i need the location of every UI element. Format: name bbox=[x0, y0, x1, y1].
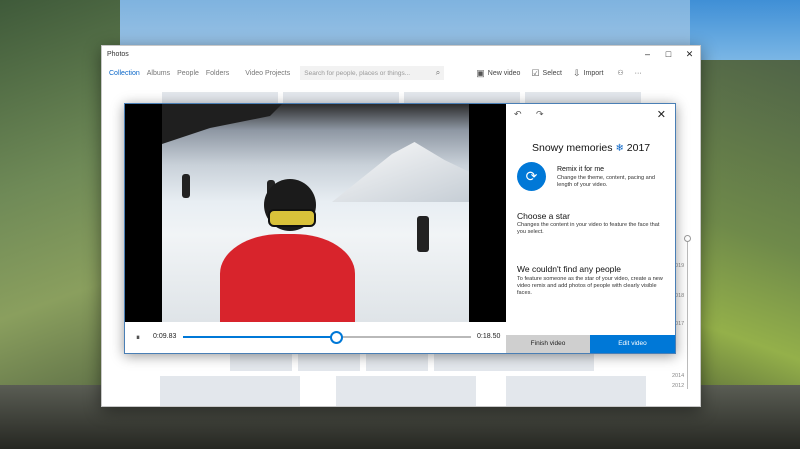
new-video-button[interactable]: ▣ New video bbox=[476, 68, 520, 79]
maximize-button[interactable]: □ bbox=[658, 49, 679, 59]
undo-icon[interactable]: ↶ bbox=[514, 109, 522, 120]
tab-albums[interactable]: Albums bbox=[147, 70, 170, 77]
remix-panel: ↶ ↷ ✕ Snowy memories ❄ 2017 ⟳ Remix it f… bbox=[506, 104, 675, 353]
project-title-text: Snowy memories bbox=[532, 142, 613, 154]
seek-handle[interactable] bbox=[329, 331, 343, 344]
thumbnail[interactable] bbox=[366, 353, 428, 371]
new-video-label: New video bbox=[487, 69, 521, 77]
timeline-year[interactable]: 2012 bbox=[672, 383, 684, 389]
tab-collection[interactable]: Collection bbox=[109, 70, 140, 77]
import-icon: ⇩ bbox=[573, 67, 581, 78]
snowflake-icon: ❄ bbox=[615, 143, 624, 154]
remix-icon: ⟳ bbox=[525, 168, 538, 184]
choose-star-description: Changes the content in your video to fea… bbox=[517, 222, 660, 235]
window-title: Photos bbox=[107, 50, 129, 58]
video-frame bbox=[162, 104, 469, 322]
select-label: Select bbox=[542, 69, 562, 77]
edit-video-button[interactable]: Edit video bbox=[590, 335, 675, 353]
project-title-year: 2017 bbox=[626, 142, 651, 154]
video-icon: ▣ bbox=[476, 67, 485, 78]
video-remix-dialog: ⏸ 0:09.83 0:18.50 ↶ ↷ ✕ Snowy memories ❄… bbox=[124, 103, 676, 354]
remix-heading[interactable]: Remix it for me bbox=[557, 166, 604, 173]
timeline-line bbox=[687, 239, 688, 389]
close-icon[interactable]: ✕ bbox=[657, 108, 666, 121]
import-label: Import bbox=[583, 69, 604, 77]
search-input[interactable]: Search for people, places or things... ⌕ bbox=[300, 66, 445, 80]
remix-button[interactable]: ⟳ bbox=[517, 162, 546, 191]
thumbnail[interactable] bbox=[160, 376, 300, 406]
thumbnail[interactable] bbox=[230, 353, 292, 371]
thumbnail[interactable] bbox=[506, 376, 646, 406]
playback-controls: ⏸ 0:09.83 0:18.50 bbox=[125, 322, 506, 353]
timeline-year[interactable]: 2014 bbox=[672, 373, 684, 379]
red-jacket bbox=[220, 234, 355, 322]
skier bbox=[182, 174, 190, 198]
seek-bar[interactable] bbox=[183, 331, 471, 344]
more-button[interactable]: ··· bbox=[635, 70, 642, 77]
minimize-button[interactable]: – bbox=[637, 49, 658, 59]
current-time: 0:09.83 bbox=[153, 333, 177, 340]
seek-progress bbox=[183, 336, 336, 338]
remix-description: Change the theme, content, pacing and le… bbox=[557, 175, 655, 188]
thumbnail[interactable] bbox=[434, 353, 594, 371]
end-time: 0:18.50 bbox=[477, 333, 501, 340]
select-button[interactable]: ☑ Select bbox=[531, 68, 562, 79]
tab-folders[interactable]: Folders bbox=[206, 70, 229, 77]
thumbnail[interactable] bbox=[298, 353, 360, 371]
pause-icon[interactable]: ⏸ bbox=[125, 333, 151, 343]
skier-portrait bbox=[220, 179, 355, 322]
skier bbox=[417, 216, 429, 252]
tab-video-projects[interactable]: Video Projects bbox=[245, 70, 290, 77]
search-placeholder: Search for people, places or things... bbox=[304, 69, 411, 77]
account-icon[interactable]: ⚇ bbox=[617, 69, 623, 77]
search-icon[interactable]: ⌕ bbox=[436, 68, 440, 78]
choose-star-heading: Choose a star bbox=[517, 211, 570, 221]
redo-icon[interactable]: ↷ bbox=[536, 109, 544, 120]
goggles bbox=[268, 209, 316, 227]
finish-video-button[interactable]: Finish video bbox=[506, 335, 590, 353]
no-faces-heading: We couldn't find any people bbox=[517, 264, 622, 274]
no-faces-description: To feature someone as the star of your v… bbox=[517, 276, 663, 296]
import-button[interactable]: ⇩ Import bbox=[573, 68, 603, 79]
close-window-button[interactable]: ✕ bbox=[679, 49, 700, 60]
nav-bar: Collection Albums People Folders Video P… bbox=[102, 62, 700, 84]
title-bar: Photos – □ ✕ bbox=[102, 46, 700, 62]
timeline-handle[interactable] bbox=[684, 235, 691, 242]
thumbnail[interactable] bbox=[336, 376, 476, 406]
tab-people[interactable]: People bbox=[177, 70, 199, 77]
ski-lift bbox=[162, 104, 282, 144]
video-player[interactable] bbox=[125, 104, 506, 322]
select-icon: ☑ bbox=[531, 67, 540, 78]
project-title[interactable]: Snowy memories ❄ 2017 bbox=[532, 142, 650, 154]
